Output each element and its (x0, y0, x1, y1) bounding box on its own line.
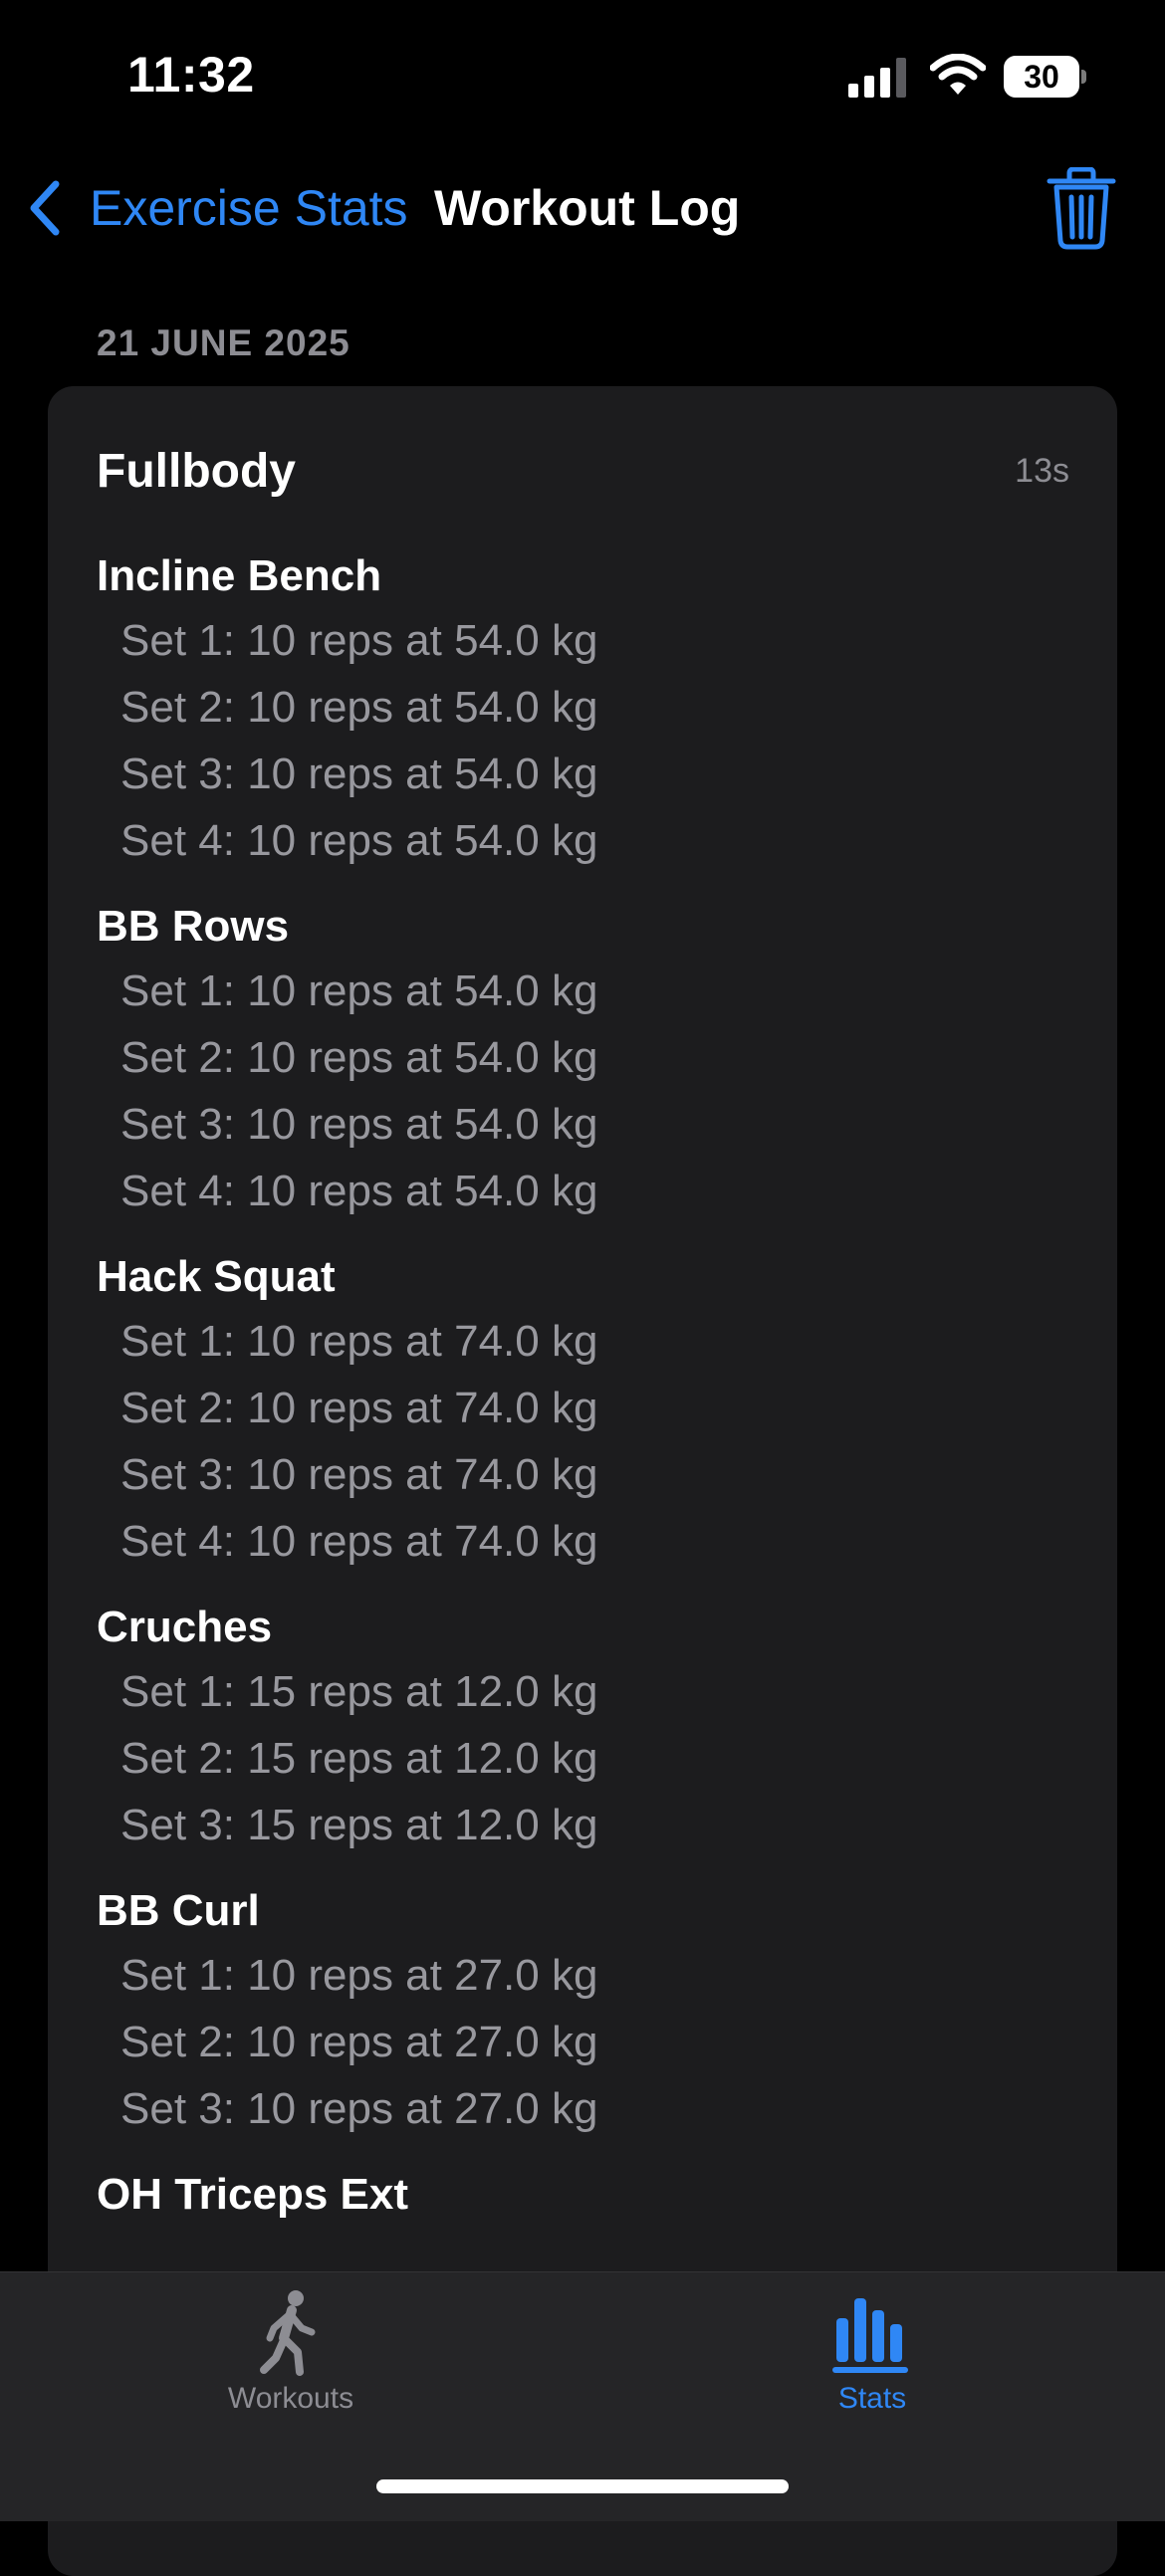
workout-duration: 13s (1015, 452, 1069, 490)
exercise-block: Hack Squat Set 1: 10 reps at 74.0 kg Set 2… (97, 1246, 1072, 1575)
set-row: Set 4: 10 reps at 54.0 kg (120, 816, 598, 865)
exercise-name: Hack Squat (97, 1252, 336, 1301)
set-row: Set 2: 10 reps at 54.0 kg (120, 683, 598, 732)
status-time: 11:32 (127, 47, 255, 103)
exercise-name: OH Triceps Ext (97, 2170, 409, 2219)
workout-name: Fullbody (97, 445, 296, 498)
set-row: Set 3: 15 reps at 12.0 kg (120, 1801, 598, 1849)
workout-card[interactable]: Fullbody 13s Incline Bench Set 1: 10 reps… (48, 386, 1117, 2576)
navigation-bar: Exercise Stats Workout Log (0, 159, 1165, 259)
cellular-signal-icon (848, 58, 906, 98)
exercise-block: OH Triceps Ext (97, 2164, 1072, 2226)
back-label: Exercise Stats (90, 180, 408, 236)
walking-figure-icon (260, 2290, 316, 2376)
set-row: Set 1: 10 reps at 54.0 kg (120, 616, 598, 665)
set-row: Set 4: 10 reps at 74.0 kg (120, 1517, 598, 1566)
set-row: Set 4: 10 reps at 54.0 kg (120, 1167, 598, 1215)
chevron-left-icon (30, 180, 60, 236)
exercise-block: BB Curl Set 1: 10 reps at 27.0 kg Set 2: 1… (97, 1880, 1072, 2142)
exercise-block: Incline Bench Set 1: 10 reps at 54.0 kg Se… (97, 545, 1072, 874)
status-bar: 11:32 30 (0, 0, 1165, 149)
set-row: Set 2: 15 reps at 12.0 kg (120, 1734, 598, 1783)
exercise-list: Incline Bench Set 1: 10 reps at 54.0 kg Se… (97, 545, 1072, 2248)
set-row: Set 2: 10 reps at 74.0 kg (120, 1384, 598, 1432)
set-row: Set 3: 10 reps at 54.0 kg (120, 750, 598, 798)
set-row: Set 3: 10 reps at 27.0 kg (120, 2084, 598, 2133)
tab-stats[interactable]: Stats (743, 2288, 1002, 2418)
set-row: Set 2: 10 reps at 54.0 kg (120, 1033, 598, 1082)
home-indicator[interactable] (376, 2479, 789, 2493)
set-row: Set 3: 10 reps at 54.0 kg (120, 1100, 598, 1149)
battery-cap (1081, 70, 1086, 84)
battery-level: 30 (1004, 56, 1079, 98)
exercise-name: BB Rows (97, 902, 290, 951)
section-header-date: 21 JUNE 2025 (97, 322, 350, 363)
set-row: Set 3: 10 reps at 74.0 kg (120, 1450, 598, 1499)
tab-workouts[interactable]: Workouts (161, 2288, 420, 2418)
back-button[interactable]: Exercise Stats (24, 173, 408, 243)
page-title: Workout Log (434, 180, 741, 236)
exercise-block: BB Rows Set 1: 10 reps at 54.0 kg Set 2: 1… (97, 896, 1072, 1224)
set-row: Set 2: 10 reps at 27.0 kg (120, 2018, 598, 2066)
tab-workouts-label: Workouts (227, 2382, 354, 2415)
exercise-block: Cruches Set 1: 15 reps at 12.0 kg Set 2: 1… (97, 1597, 1072, 1858)
exercise-name: Cruches (97, 1603, 273, 1651)
tab-stats-label: Stats (837, 2382, 907, 2415)
set-row: Set 1: 10 reps at 54.0 kg (120, 966, 598, 1015)
set-row: Set 1: 10 reps at 27.0 kg (120, 1951, 598, 2000)
exercise-name: BB Curl (97, 1886, 260, 1935)
set-row: Set 1: 15 reps at 12.0 kg (120, 1667, 598, 1716)
tab-bar: Workouts Stats (0, 2271, 1165, 2521)
set-row: Set 1: 10 reps at 74.0 kg (120, 1317, 598, 1366)
bar-chart-icon (832, 2298, 908, 2373)
wifi-icon (930, 54, 986, 95)
exercise-name: Incline Bench (97, 551, 382, 600)
battery-indicator: 30 (1004, 56, 1086, 98)
trash-icon[interactable] (1046, 167, 1117, 251)
